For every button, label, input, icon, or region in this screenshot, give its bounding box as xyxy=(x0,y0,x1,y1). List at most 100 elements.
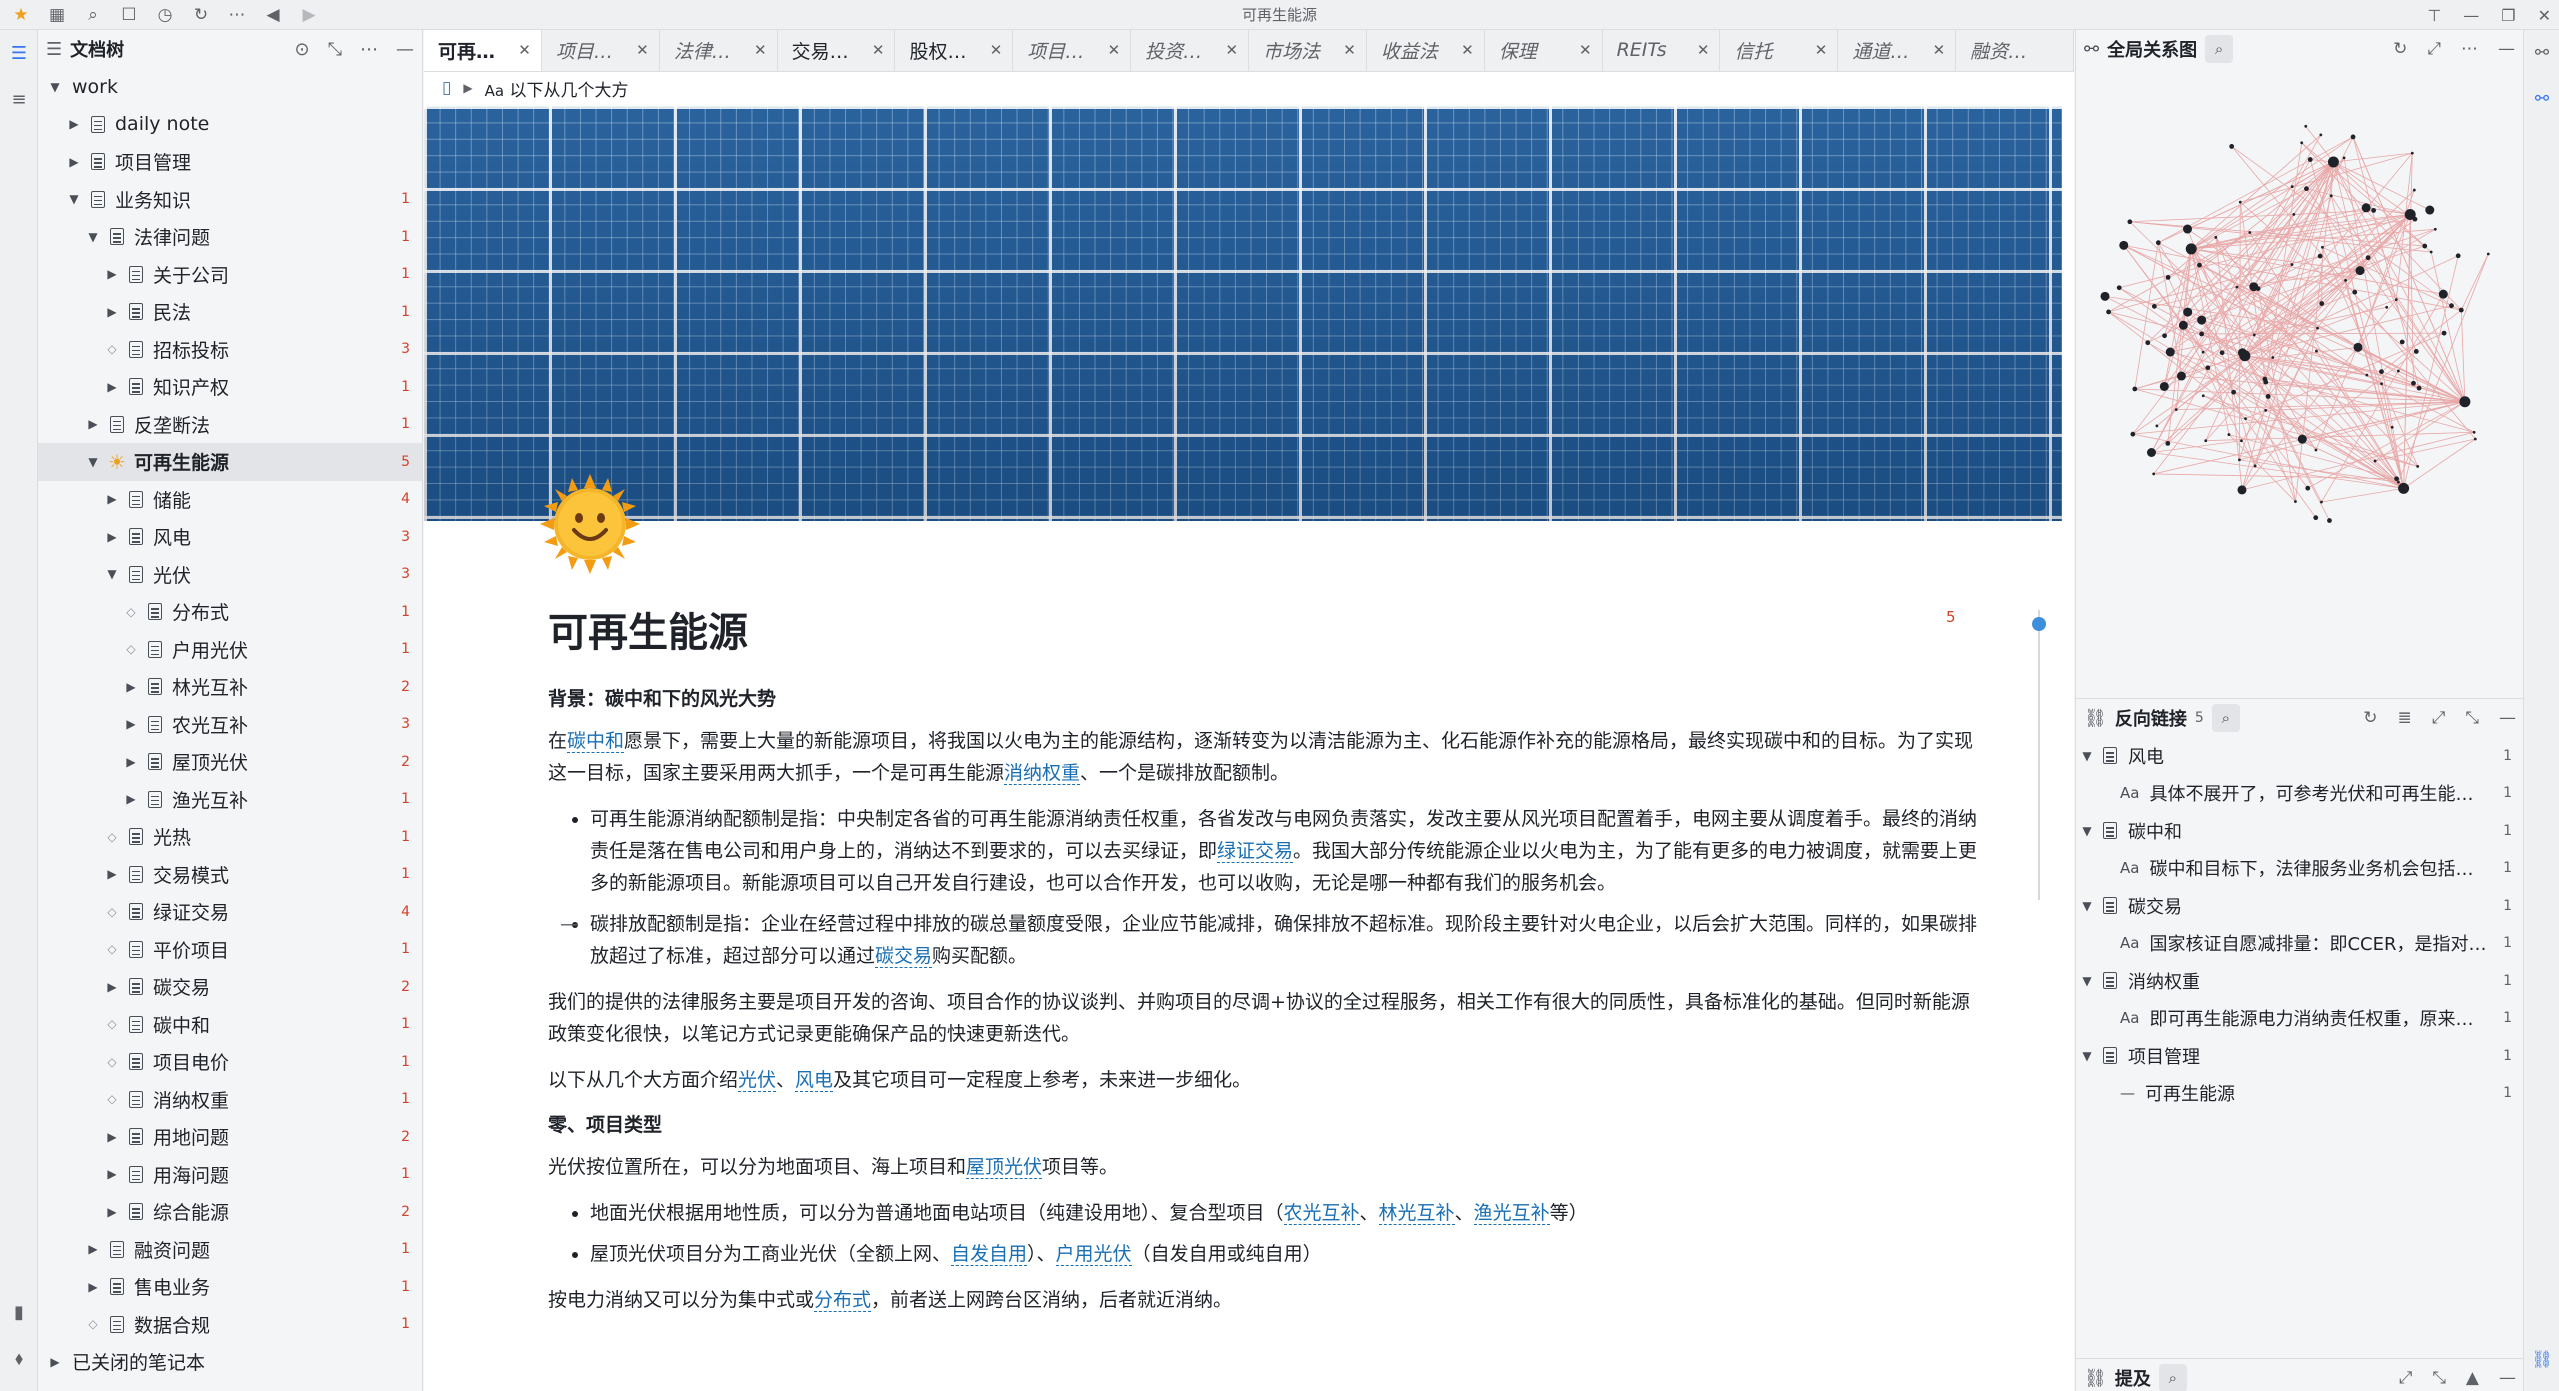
graph-node[interactable] xyxy=(2199,331,2205,337)
graph-node[interactable] xyxy=(2240,439,2243,443)
backlinks-expand-icon[interactable]: ⤢ xyxy=(2432,708,2446,728)
graph-more-icon[interactable]: ⋯ xyxy=(2461,39,2478,59)
caret-right-icon[interactable]: ▶ xyxy=(103,980,121,994)
cover-image[interactable] xyxy=(424,106,2062,521)
graph-node[interactable] xyxy=(2253,464,2257,468)
tree-item[interactable]: ▶ 融资问题 1 xyxy=(38,1231,422,1269)
search-icon[interactable]: ⌕ xyxy=(82,4,104,26)
tab[interactable]: 交易… ✕ xyxy=(778,30,896,71)
graph-node[interactable] xyxy=(2300,141,2304,145)
document-icon[interactable] xyxy=(125,1201,147,1223)
graph-node[interactable] xyxy=(2449,303,2454,309)
backlinks-minimize-icon[interactable]: — xyxy=(2499,708,2516,728)
document-icon[interactable] xyxy=(144,751,166,773)
section-heading[interactable]: 零、项目类型 xyxy=(548,1110,1988,1137)
graph-node[interactable] xyxy=(2314,448,2318,452)
backlinks-list-icon[interactable]: ≣ xyxy=(2398,708,2412,728)
caret-down-icon[interactable]: ▼ xyxy=(103,567,121,581)
mentions-collapse-icon[interactable]: ⤡ xyxy=(2432,1368,2446,1388)
tree-item[interactable]: ▶ 民法 1 xyxy=(38,293,422,331)
backlink-group[interactable]: ▼ 碳中和 1 xyxy=(2076,812,2524,850)
graph-node[interactable] xyxy=(2265,394,2271,399)
graph-node[interactable] xyxy=(2132,386,2138,392)
caret-right-icon[interactable]: ▶ xyxy=(103,492,121,506)
tab-close-icon[interactable]: ✕ xyxy=(1461,41,1474,59)
graph-node[interactable] xyxy=(2174,408,2178,412)
backlinks-refresh-icon[interactable]: ↻ xyxy=(2363,708,2377,728)
graph-node[interactable] xyxy=(2307,157,2313,162)
link-consumption-weight[interactable]: 消纳权重 xyxy=(1004,762,1081,785)
history-icon[interactable]: ◷ xyxy=(154,4,176,26)
graph-node[interactable] xyxy=(2205,365,2211,371)
graph-node[interactable] xyxy=(2235,285,2239,289)
graph-node[interactable] xyxy=(2316,326,2319,330)
graph-node[interactable] xyxy=(2319,301,2325,306)
tab[interactable]: 可再… ✕ xyxy=(424,30,542,71)
graph-node[interactable] xyxy=(2238,200,2242,204)
leaf-dot-icon[interactable]: ◇ xyxy=(103,830,121,844)
graph-node[interactable] xyxy=(2159,381,2169,391)
square-icon[interactable]: ☐ xyxy=(118,4,140,26)
tree-item[interactable]: ◇ 光热 1 xyxy=(38,818,422,856)
graph-node[interactable] xyxy=(2271,356,2275,359)
caret-right-icon[interactable]: ▶ xyxy=(46,1355,64,1369)
graph-node[interactable] xyxy=(2183,224,2193,234)
mentions-up-icon[interactable]: ▲ xyxy=(2466,1368,2479,1388)
graph-node[interactable] xyxy=(2433,227,2437,231)
backlink-group[interactable]: ▼ 项目管理 1 xyxy=(2076,1037,2524,1075)
graph-node[interactable] xyxy=(2429,250,2433,254)
tree-item[interactable]: ◇ 分布式 1 xyxy=(38,593,422,631)
graph-node[interactable] xyxy=(2263,379,2269,385)
graph-node[interactable] xyxy=(2455,253,2461,259)
leaf-dot-icon[interactable]: ◇ xyxy=(122,605,140,619)
graph-node[interactable] xyxy=(2252,333,2256,337)
tab[interactable]: 项目… ✕ xyxy=(1013,30,1132,71)
graph-node[interactable] xyxy=(2365,373,2369,377)
tab[interactable]: 股权… ✕ xyxy=(895,30,1014,71)
graph-node[interactable] xyxy=(2321,245,2324,249)
document-icon[interactable] xyxy=(125,1088,147,1110)
tag-dock-icon[interactable]: ⬧ xyxy=(0,1335,38,1381)
caret-down-icon[interactable]: ▼ xyxy=(2076,899,2098,913)
document-icon[interactable] xyxy=(125,338,147,360)
tab-close-icon[interactable]: ✕ xyxy=(1343,41,1356,59)
caret-down-icon[interactable]: ▼ xyxy=(2076,824,2098,838)
tree-item[interactable]: ▶ 屋顶光伏 2 xyxy=(38,743,422,781)
paragraph[interactable]: 按电力消纳又可以分为集中式或分布式，前者送上网跨台区消纳，后者就近消纳。 xyxy=(548,1284,1988,1316)
sun-icon[interactable]: ☀ xyxy=(106,450,128,474)
graph-node[interactable] xyxy=(2183,307,2193,317)
graph-node[interactable] xyxy=(2361,203,2371,213)
document-icon[interactable] xyxy=(125,1163,147,1185)
caret-right-icon[interactable]: ▶ xyxy=(103,530,121,544)
leaf-dot-icon[interactable]: ◇ xyxy=(122,642,140,656)
document-icon[interactable] xyxy=(144,601,166,623)
graph-node[interactable] xyxy=(2146,447,2156,457)
document-icon[interactable] xyxy=(87,188,109,210)
tab-close-icon[interactable]: ✕ xyxy=(636,41,649,59)
graph-node[interactable] xyxy=(2294,500,2297,503)
file-tree-dock-icon[interactable]: ☰ xyxy=(0,30,38,76)
forward-icon[interactable]: ▶ xyxy=(298,4,320,26)
graph-node[interactable] xyxy=(2412,188,2416,192)
tree-item[interactable]: ▶ 知识产权 1 xyxy=(38,368,422,406)
caret-right-icon[interactable]: ▶ xyxy=(84,1242,102,1256)
caret-down-icon[interactable]: ▼ xyxy=(2076,974,2098,988)
caret-right-icon[interactable]: ▶ xyxy=(103,267,121,281)
graph-fullscreen-icon[interactable]: ⤢ xyxy=(2427,39,2441,59)
tab-close-icon[interactable]: ✕ xyxy=(1933,41,1946,59)
document-icon[interactable] xyxy=(106,1313,128,1335)
graph-node[interactable] xyxy=(2304,124,2308,128)
backlink-group[interactable]: ▼ 消纳权重 1 xyxy=(2076,962,2524,1000)
leaf-dot-icon[interactable]: ◇ xyxy=(103,1092,121,1106)
tree-item[interactable]: ▶ 关于公司 1 xyxy=(38,256,422,294)
graph-node[interactable] xyxy=(2315,349,2318,353)
document-icon[interactable] xyxy=(87,151,109,173)
tree-item[interactable]: ▶ 用海问题 1 xyxy=(38,1156,422,1194)
link-distributed[interactable]: 分布式 xyxy=(814,1289,872,1312)
caret-down-icon[interactable]: ▼ xyxy=(46,80,64,94)
graph-node[interactable] xyxy=(2344,279,2347,282)
caret-down-icon[interactable]: ▼ xyxy=(84,455,102,469)
graph-node[interactable] xyxy=(2244,417,2247,420)
scrollbar-thumb[interactable] xyxy=(2032,617,2046,631)
leaf-dot-icon[interactable]: ◇ xyxy=(84,1317,102,1331)
